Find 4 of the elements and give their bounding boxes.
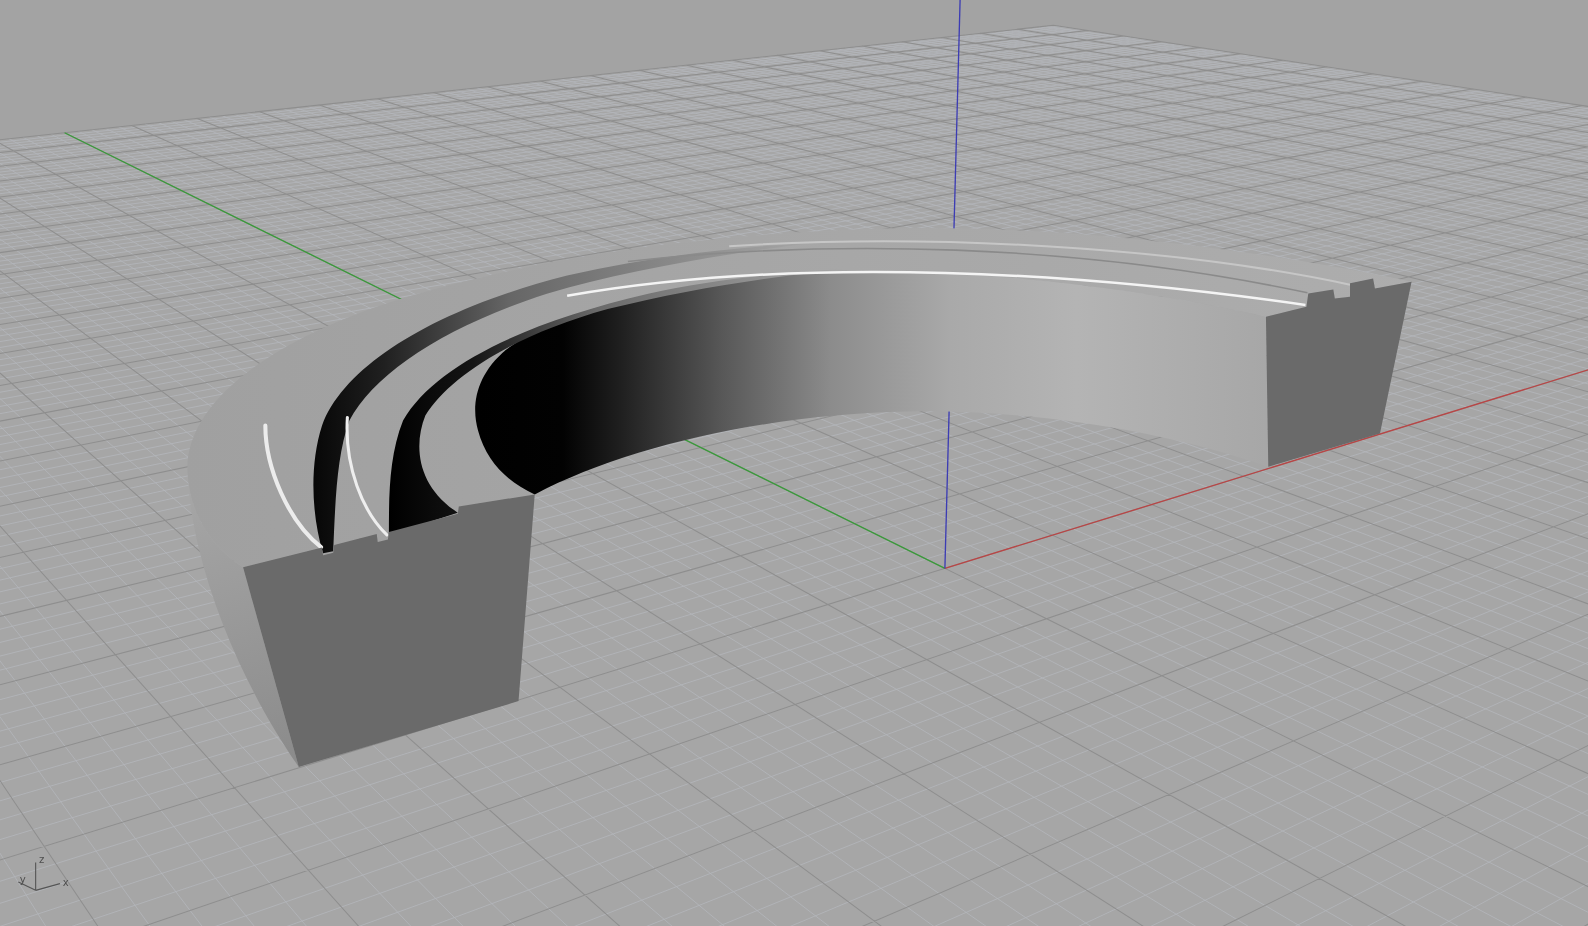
axis-label: y — [19, 873, 26, 885]
axis-label: z — [39, 854, 45, 866]
axis-label: x — [62, 877, 69, 888]
axis-triad-icon — [17, 862, 61, 891]
